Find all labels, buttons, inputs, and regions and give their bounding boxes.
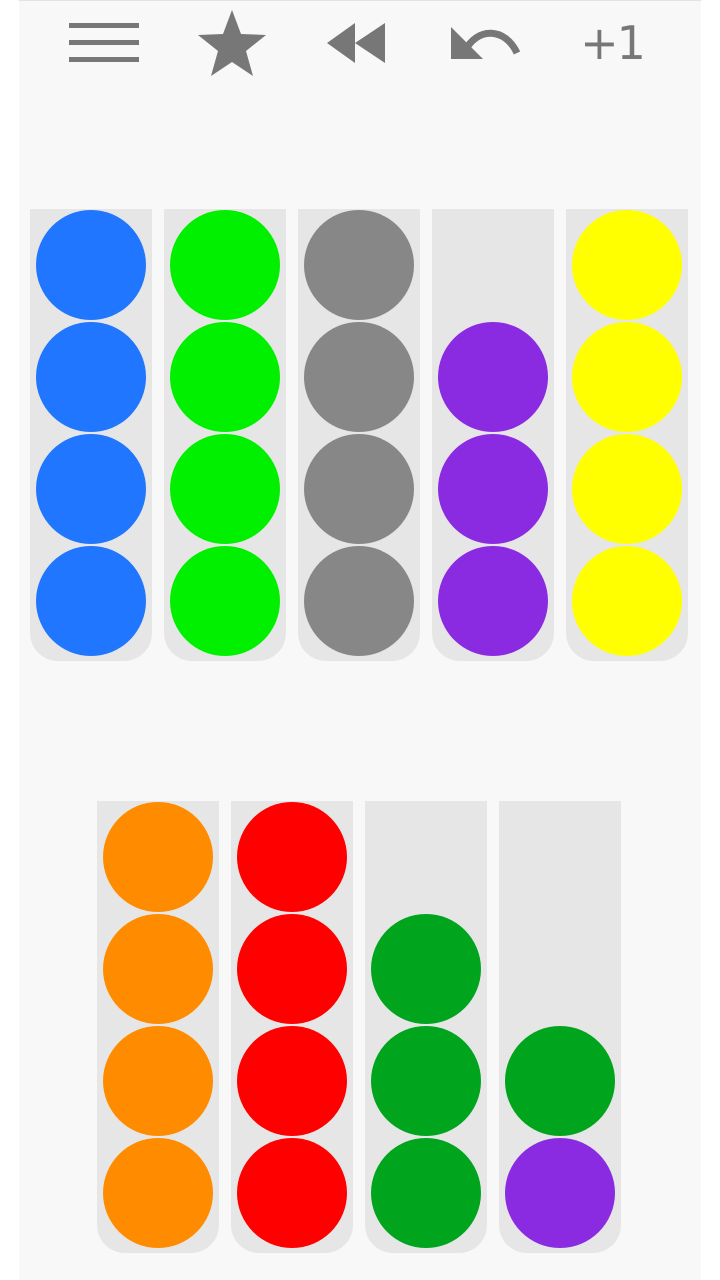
- ball-dark-green: [371, 1026, 481, 1136]
- add-tube-button[interactable]: +1: [567, 6, 657, 80]
- undo-button[interactable]: [441, 6, 531, 80]
- ball-red: [237, 1026, 347, 1136]
- tube-9[interactable]: [499, 801, 621, 1253]
- ball-orange: [103, 1026, 213, 1136]
- ball-dark-green: [371, 1138, 481, 1248]
- ball-purple: [438, 434, 548, 544]
- ball-gray: [304, 546, 414, 656]
- tube-2[interactable]: [164, 209, 286, 661]
- ball-yellow: [572, 546, 682, 656]
- ball-dark-green: [505, 1026, 615, 1136]
- tube-5[interactable]: [566, 209, 688, 661]
- tube-7[interactable]: [231, 801, 353, 1253]
- ball-dark-green: [371, 914, 481, 1024]
- ball-yellow: [572, 322, 682, 432]
- ball-green: [170, 322, 280, 432]
- ball-yellow: [572, 434, 682, 544]
- undo-icon: [451, 27, 521, 59]
- star-icon: [198, 10, 266, 76]
- ball-blue: [36, 322, 146, 432]
- ball-red: [237, 914, 347, 1024]
- hamburger-menu-icon: [69, 23, 139, 62]
- ball-gray: [304, 322, 414, 432]
- ball-green: [170, 434, 280, 544]
- ball-orange: [103, 1138, 213, 1248]
- ball-red: [237, 1138, 347, 1248]
- tube-1[interactable]: [30, 209, 152, 661]
- ball-purple: [438, 322, 548, 432]
- ball-orange: [103, 802, 213, 912]
- menu-button[interactable]: [60, 6, 150, 80]
- ball-yellow: [572, 210, 682, 320]
- ball-blue: [36, 434, 146, 544]
- ball-purple: [438, 546, 548, 656]
- restart-button[interactable]: [312, 6, 402, 80]
- ball-gray: [304, 434, 414, 544]
- tube-4[interactable]: [432, 209, 554, 661]
- tube-6[interactable]: [97, 801, 219, 1253]
- rewind-icon: [327, 23, 385, 63]
- tube-3[interactable]: [298, 209, 420, 661]
- ball-blue: [36, 210, 146, 320]
- ball-gray: [304, 210, 414, 320]
- tube-8[interactable]: [365, 801, 487, 1253]
- ball-orange: [103, 914, 213, 1024]
- ball-blue: [36, 546, 146, 656]
- ball-purple: [505, 1138, 615, 1248]
- favorite-button[interactable]: [187, 6, 277, 80]
- ball-green: [170, 546, 280, 656]
- ball-green: [170, 210, 280, 320]
- add-tube-label: +1: [580, 16, 646, 70]
- ball-red: [237, 802, 347, 912]
